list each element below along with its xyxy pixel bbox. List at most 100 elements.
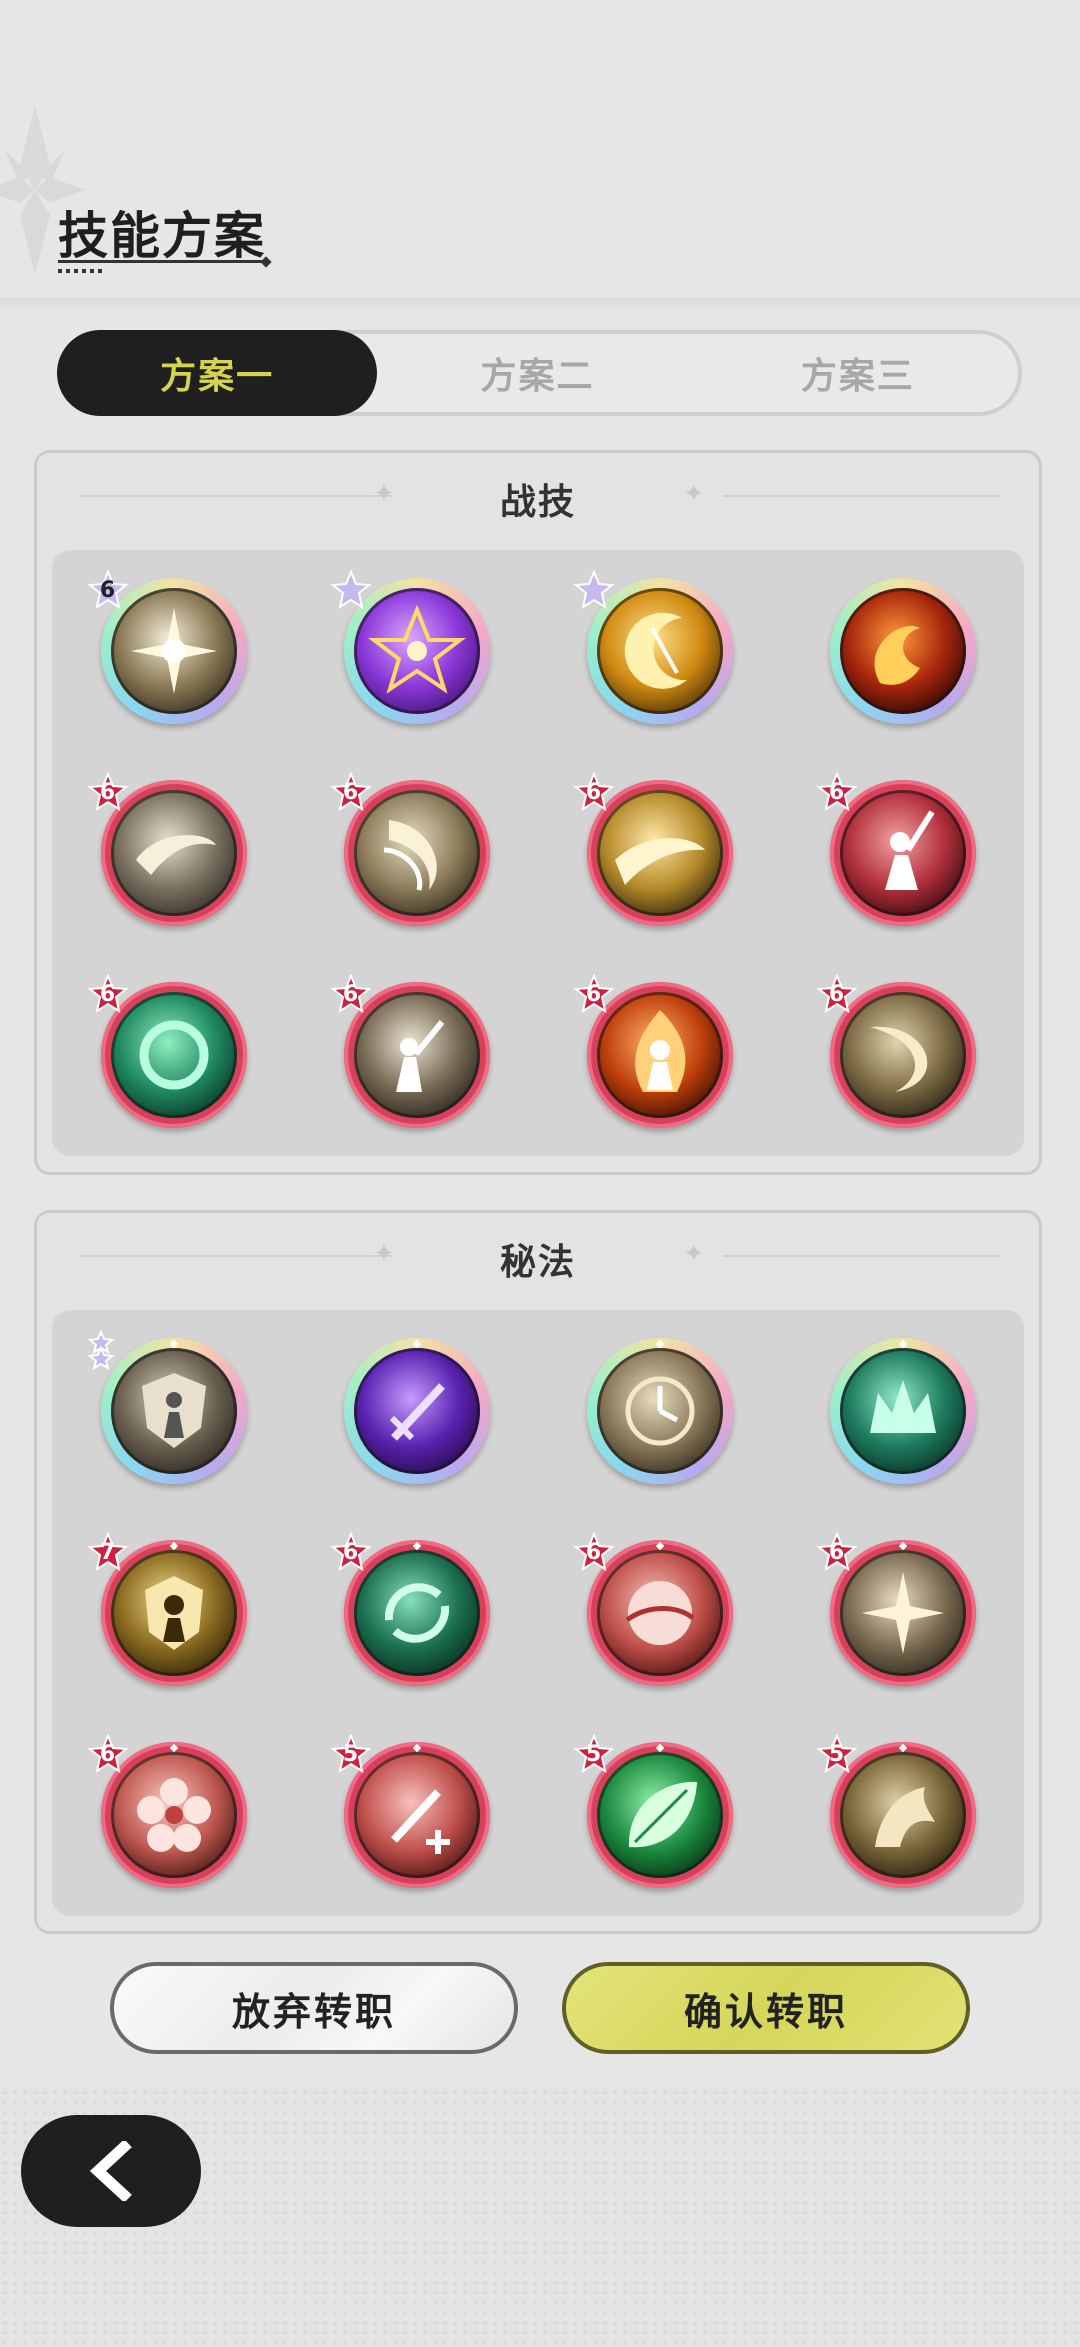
skill-slot[interactable]: 6 <box>815 974 976 1128</box>
level-badge: 6 <box>572 974 615 1016</box>
level-badge: 6 <box>815 974 858 1016</box>
skill-inner-ring <box>110 1752 237 1878</box>
skill-inner-ring <box>596 1550 723 1676</box>
level-number: 6 <box>99 982 116 1007</box>
skill-slot[interactable]: 6 <box>329 772 490 926</box>
skill-slot[interactable]: 5 <box>572 1734 733 1888</box>
star-icon <box>329 570 372 612</box>
level-badge: 5 <box>815 1734 858 1776</box>
skill-cell: 6 <box>538 752 781 954</box>
level-badge: 7 <box>86 1532 129 1574</box>
tab-plan-3[interactable]: 方案三 <box>698 334 1018 412</box>
level-badge: 6 <box>572 1532 615 1574</box>
level-number: 5 <box>828 1742 845 1767</box>
skill-inner-ring <box>110 1348 237 1474</box>
skill-inner-ring <box>839 790 966 916</box>
skill-cell <box>295 1310 538 1512</box>
skill-inner-ring <box>839 992 966 1118</box>
skill-cell: 6 <box>52 550 295 752</box>
skill-slot[interactable]: 6 <box>329 974 490 1128</box>
skill-inner-ring <box>596 1348 723 1474</box>
level-number: 6 <box>828 1540 845 1565</box>
level-number: 6 <box>585 1540 602 1565</box>
skill-slot[interactable]: 5 <box>329 1734 490 1888</box>
skill-inner-ring <box>839 588 966 714</box>
combat-skills-panel: ✦ 战技 ✦ 6 6 6 6 6 6 6 6 6 <box>34 450 1042 1175</box>
tab-plan-1[interactable]: 方案一 <box>57 330 378 416</box>
skill-slot[interactable] <box>329 570 490 724</box>
skill-inner-ring <box>353 992 480 1118</box>
skill-slot[interactable]: 6 <box>86 1734 247 1888</box>
skill-cell: 6 <box>295 954 538 1156</box>
skill-cell <box>781 1310 1024 1512</box>
level-number: 6 <box>585 780 602 805</box>
level-number: 6 <box>828 982 845 1007</box>
level-number: 6 <box>99 578 116 603</box>
skill-slot[interactable]: 6 <box>329 1532 490 1686</box>
skill-slot[interactable] <box>586 1338 733 1484</box>
skill-cell: 6 <box>52 954 295 1156</box>
skill-slot[interactable]: 6 <box>86 974 247 1128</box>
skill-slot[interactable]: 6 <box>815 1532 976 1686</box>
page-title: 技能方案 <box>58 207 266 265</box>
skill-inner-ring <box>596 992 723 1118</box>
skill-cell: 6 <box>295 752 538 954</box>
level-badge: 6 <box>86 1734 129 1776</box>
skill-slot[interactable] <box>572 570 733 724</box>
skill-inner-ring <box>110 588 237 714</box>
skill-cell <box>781 550 1024 752</box>
skill-slot[interactable]: 7 <box>86 1532 247 1686</box>
skill-slot[interactable]: 6 <box>815 772 976 926</box>
skill-slot[interactable]: 6 <box>572 974 733 1128</box>
skill-inner-ring <box>839 1348 966 1474</box>
skill-slot[interactable]: 6 <box>572 1532 733 1686</box>
skill-slot[interactable]: 6 <box>572 772 733 926</box>
level-badge: 6 <box>815 772 858 814</box>
skill-cell: 6 <box>52 752 295 954</box>
sparkle-icon: ✦ <box>683 1239 705 1269</box>
sparkle-icon: ✦ <box>683 479 705 509</box>
skill-slot[interactable]: 5 <box>815 1734 976 1888</box>
skill-slot[interactable] <box>829 1338 976 1484</box>
skill-inner-ring <box>110 790 237 916</box>
section-title: 秘法 <box>499 1242 576 1283</box>
skill-slot[interactable]: 6 <box>86 772 247 926</box>
skill-inner-ring <box>353 588 480 714</box>
skill-inner-ring <box>839 1550 966 1676</box>
level-number: 6 <box>342 780 359 805</box>
skill-cell: 5 <box>538 1714 781 1916</box>
skill-inner-ring <box>353 1348 480 1474</box>
back-button[interactable] <box>21 2115 201 2227</box>
level-badge: 6 <box>329 974 372 1016</box>
skill-cell: 6 <box>781 1512 1024 1714</box>
skill-cell <box>52 1310 295 1512</box>
star-icon <box>87 1330 129 1372</box>
level-badge: 5 <box>329 1734 372 1776</box>
skill-slot[interactable] <box>87 1330 247 1484</box>
skill-slot[interactable]: 6 <box>86 570 247 724</box>
abandon-job-change-button[interactable]: 放弃转职 <box>110 1962 518 2054</box>
skill-inner-ring <box>353 1752 480 1878</box>
title-underline <box>58 260 270 263</box>
confirm-job-change-button[interactable]: 确认转职 <box>562 1962 970 2054</box>
section-title: 战技 <box>499 482 576 523</box>
skill-inner-ring <box>110 992 237 1118</box>
skill-slot[interactable] <box>343 1338 490 1484</box>
skill-cell: 6 <box>538 1512 781 1714</box>
skill-slot[interactable] <box>829 578 976 724</box>
skill-inner-ring <box>596 588 723 714</box>
arcane-skills-panel: ✦ 秘法 ✦ 7 6 6 6 6 5 5 5 <box>34 1210 1042 1934</box>
level-badge: 6 <box>86 772 129 814</box>
skill-cell <box>538 1310 781 1512</box>
tab-plan-2[interactable]: 方案二 <box>377 334 697 412</box>
header-divider <box>0 298 1080 312</box>
level-badge: 6 <box>329 772 372 814</box>
skill-grid: 6 6 6 6 6 6 6 6 6 <box>52 550 1024 1156</box>
level-number: 7 <box>99 1540 116 1565</box>
level-badge: 6 <box>572 772 615 814</box>
level-number: 6 <box>342 1540 359 1565</box>
level-number: 5 <box>342 1742 359 1767</box>
panel-header: ✦ 战技 ✦ <box>37 471 1039 523</box>
title-dots <box>58 269 106 273</box>
skill-cell: 6 <box>52 1714 295 1916</box>
